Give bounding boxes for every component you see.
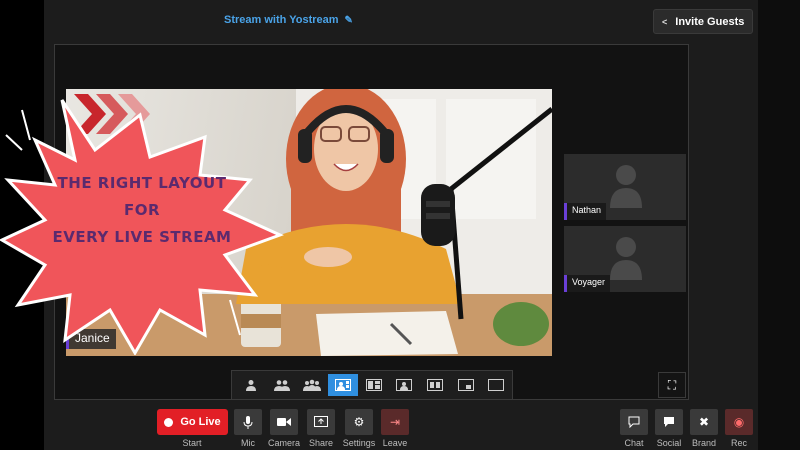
app-window: Stream with Yostream ✎ < Invite Guests J… <box>0 0 800 450</box>
camera-button[interactable] <box>270 409 298 435</box>
mic-button[interactable] <box>234 409 262 435</box>
user-avatar-icon <box>610 165 642 208</box>
start-label: Start <box>182 438 202 448</box>
promo-line-1: THE RIGHT LAYOUT <box>57 174 227 192</box>
grid-layout-icon[interactable] <box>420 374 450 396</box>
invite-guests-label: Invite Guests <box>675 15 745 28</box>
exit-icon: ⇥ <box>389 415 401 429</box>
gear-icon: ⚙ <box>353 415 365 429</box>
spotlight-layout-icon[interactable] <box>328 374 358 396</box>
leave-label: Leave <box>382 438 408 448</box>
guest-name-tag: Voyager <box>564 275 611 292</box>
guest-tile-nathan[interactable]: Nathan <box>564 154 686 220</box>
presenter-layout-icon[interactable] <box>389 374 419 396</box>
two-people-icon[interactable] <box>267 374 297 396</box>
user-avatar-icon <box>610 237 642 280</box>
share-screen-icon <box>314 416 328 427</box>
camera-icon <box>277 418 291 426</box>
social-button[interactable] <box>655 409 683 435</box>
chat-button[interactable] <box>620 409 648 435</box>
fullscreen-button[interactable]: ⛶ <box>658 372 686 398</box>
guest-tile-voyager[interactable]: Voyager <box>564 226 686 292</box>
microphone-icon <box>243 415 253 429</box>
right-edge-strip <box>758 0 800 450</box>
stream-title-text: Stream with Yostream <box>224 14 339 26</box>
social-comment-icon <box>664 417 674 427</box>
go-live-button[interactable]: Go Live <box>157 409 228 435</box>
fullscreen-icon: ⛶ <box>667 377 677 392</box>
promo-line-3: EVERY LIVE STREAM <box>52 228 232 246</box>
promo-headline: THE RIGHT LAYOUT FOR EVERY LIVE STREAM <box>28 170 256 251</box>
layout-selector <box>231 370 513 400</box>
settings-button[interactable]: ⚙ <box>345 409 373 435</box>
rec-label: Rec <box>730 438 747 448</box>
share-button[interactable] <box>307 409 335 435</box>
edit-pencil-icon[interactable]: ✎ <box>345 15 353 26</box>
guest-name-tag: Nathan <box>564 203 607 220</box>
brand-tools-icon: ✖ <box>698 415 710 429</box>
invite-guests-button[interactable]: < Invite Guests <box>653 9 753 34</box>
blank-screen-icon[interactable] <box>481 374 511 396</box>
leave-button[interactable]: ⇥ <box>381 409 409 435</box>
picture-in-picture-icon[interactable] <box>451 374 481 396</box>
go-live-label: Go Live <box>180 416 221 428</box>
record-button[interactable]: ◉ <box>725 409 753 435</box>
stream-title[interactable]: Stream with Yostream ✎ <box>224 14 353 26</box>
brand-button[interactable]: ✖ <box>690 409 718 435</box>
live-dot-icon <box>164 417 174 427</box>
side-by-side-layout-icon[interactable] <box>359 374 389 396</box>
group-icon[interactable] <box>297 374 327 396</box>
record-icon: ◉ <box>733 415 745 429</box>
share-icon: < <box>662 16 668 27</box>
chat-icon <box>628 416 640 428</box>
single-person-icon[interactable] <box>236 374 266 396</box>
promo-line-2: FOR <box>123 201 161 219</box>
